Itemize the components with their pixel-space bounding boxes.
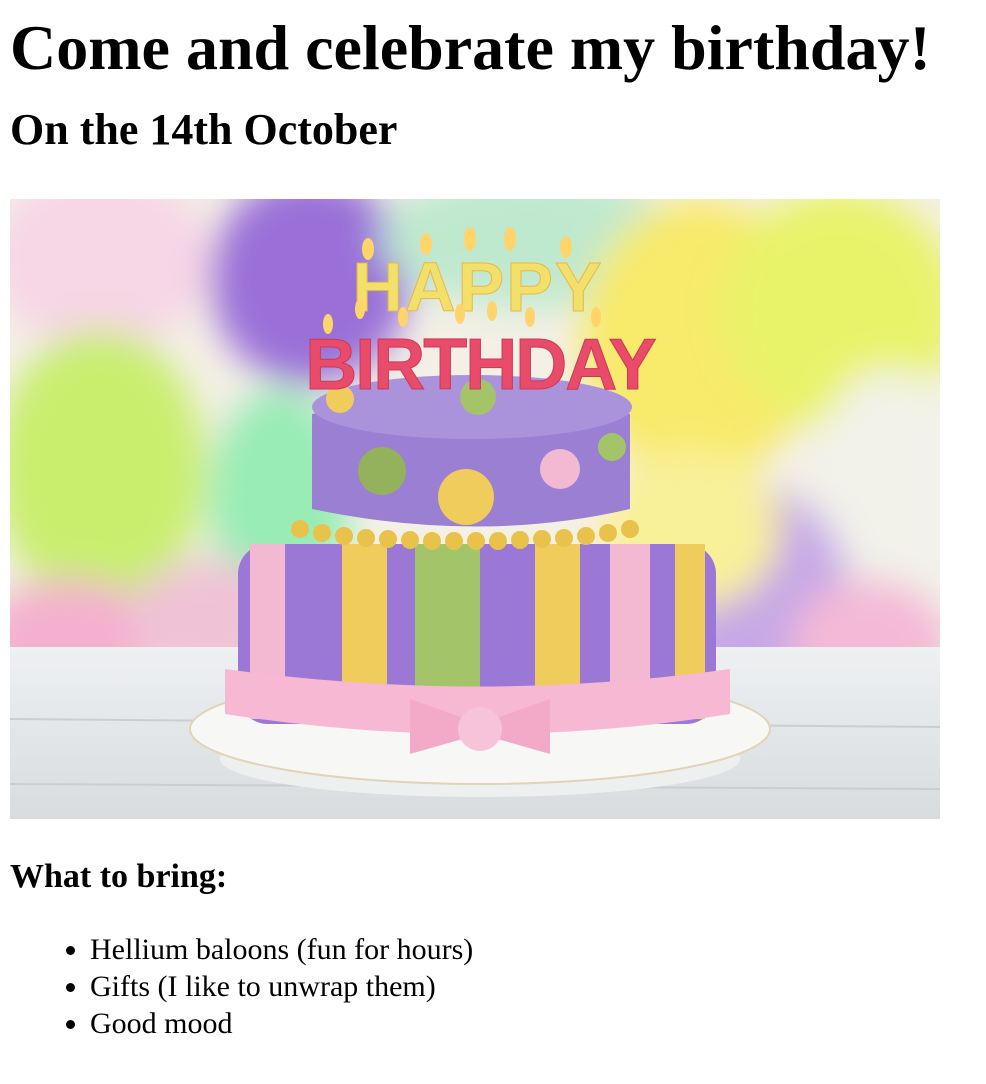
event-date: On the 14th October <box>10 105 398 154</box>
page: Come and celebrate my birthday! On the 1… <box>0 0 986 1042</box>
candle-letters: HAPPY BIRTHDAY <box>305 248 658 406</box>
candles-line-happy: HAPPY <box>352 248 603 326</box>
candles-line-birthday: BIRTHDAY <box>305 325 655 405</box>
list-item: Gifts (I like to unwrap them) <box>90 968 976 1005</box>
list-item: Good mood <box>90 1005 976 1042</box>
page-title: Come and celebrate my birthday! <box>10 12 931 83</box>
bring-list: Hellium baloons (fun for hours) Gifts (I… <box>10 931 976 1042</box>
list-item: Hellium baloons (fun for hours) <box>90 931 976 968</box>
bring-heading: What to bring: <box>10 858 228 895</box>
birthday-cake-image: HAPPY BIRTHDAY <box>10 199 940 819</box>
